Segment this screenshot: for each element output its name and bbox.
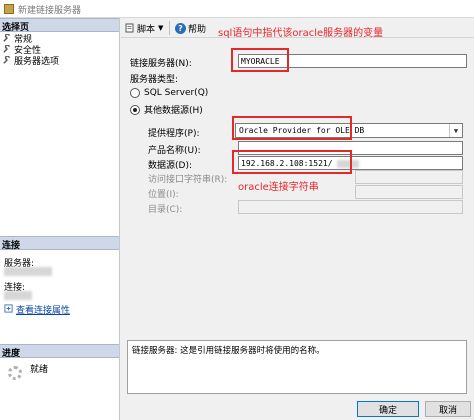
description-panel: 链接服务器: 这是引用链接服务器时将使用的名称。 (127, 340, 467, 394)
chevron-down-icon[interactable]: ▼ (449, 124, 462, 137)
help-button[interactable]: ? 帮助 (175, 21, 206, 35)
catalog-input[interactable] (238, 200, 463, 214)
location-label: 位置(I): (148, 190, 179, 200)
data-source-label: 数据源(D): (148, 161, 192, 171)
data-source-annotation: oracle连接字符串 (238, 182, 319, 193)
linked-server-annotation: sql语句中指代该oracle服务器的变量 (218, 28, 384, 39)
radio-other-data-source[interactable]: 其他数据源(H) (130, 103, 203, 116)
blurred-connection-name (4, 291, 32, 300)
ok-button[interactable]: 确定 (357, 401, 419, 417)
catalog-label: 目录(C): (148, 205, 183, 215)
linked-server-label: 链接服务器(N): (130, 59, 192, 69)
toolbar-separator (169, 21, 170, 35)
view-connection-properties-link[interactable]: 查看连接属性 (16, 303, 70, 316)
progress-header: 进度 (0, 344, 119, 359)
script-button-label: 脚本 (137, 24, 156, 35)
annotation-highlight-box (232, 150, 352, 174)
connection-header: 连接 (0, 236, 119, 251)
page-item-label: 服务器选项 (14, 57, 60, 67)
page-item-server-options[interactable]: 服务器选项 (2, 55, 60, 67)
script-button[interactable]: 脚本 ▼ (125, 21, 163, 35)
chevron-down-icon: ▼ (158, 24, 164, 32)
radio-sql-server[interactable]: SQL Server(Q) (130, 88, 208, 98)
provider-string-input[interactable] (355, 170, 463, 184)
connection-properties-icon (4, 304, 13, 313)
server-type-label: 服务器类型: (130, 75, 179, 85)
radio-button[interactable] (130, 104, 140, 115)
wrench-icon (3, 34, 10, 42)
main-pane: 脚本 ▼ ? 帮助 sql语句中指代该oracle服务器的变量 链接服务器(N)… (121, 18, 474, 420)
product-name-label: 产品名称(U): (148, 146, 201, 156)
window-title: 新建链接服务器 (18, 6, 82, 16)
provider-string-label: 访问接口字符串(R): (148, 175, 228, 185)
progress-spinner-icon (8, 366, 22, 380)
cancel-button[interactable]: 取消 (425, 401, 471, 417)
blurred-server-name (4, 267, 52, 276)
wrench-icon (3, 56, 10, 64)
left-pane: 选择页 常规 安全性 服务器选项 连接 服务器: 连接: 查看连接属性 进度 就… (0, 18, 120, 420)
radio-label: SQL Server(Q) (144, 88, 209, 98)
radio-label: 其他数据源(H) (144, 106, 203, 116)
annotation-highlight-box (231, 48, 289, 72)
wrench-icon (3, 45, 10, 53)
help-icon: ? (175, 22, 186, 34)
location-input[interactable] (355, 185, 463, 199)
server-icon (4, 4, 14, 14)
help-button-label: 帮助 (188, 24, 207, 35)
script-icon (125, 23, 134, 33)
radio-button[interactable] (130, 88, 140, 98)
progress-status: 就绪 (30, 365, 49, 375)
provider-label: 提供程序(P): (148, 129, 200, 139)
title-bar: 新建链接服务器 (0, 0, 474, 18)
select-page-header: 选择页 (0, 18, 119, 33)
annotation-highlight-box (232, 116, 352, 140)
